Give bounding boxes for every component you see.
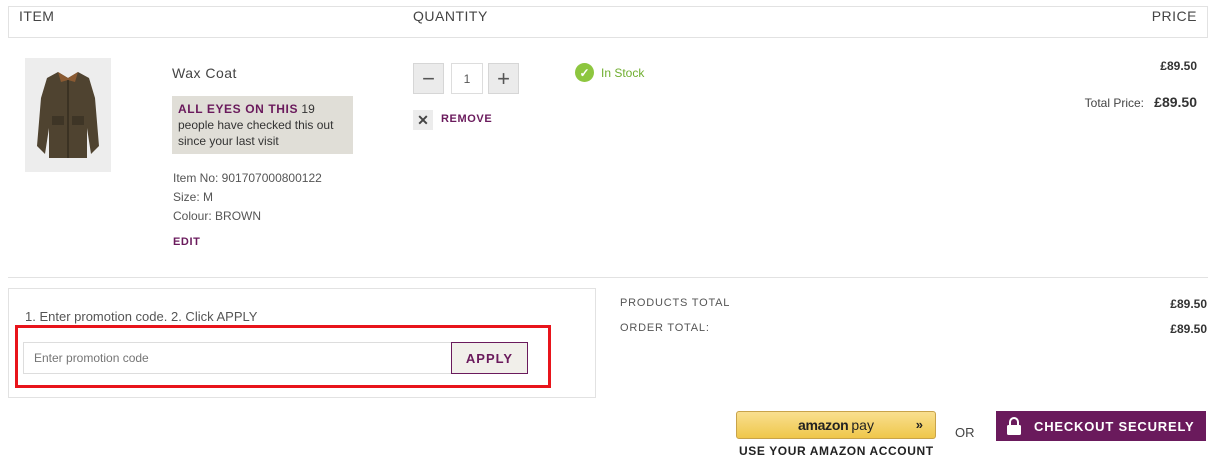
remove-icon-button[interactable]: ✕: [413, 110, 433, 130]
promo-instructions: 1. Enter promotion code. 2. Click APPLY: [25, 309, 258, 324]
order-total-value: £89.50: [1170, 322, 1207, 336]
total-price-value: £89.50: [1154, 94, 1197, 110]
double-chevron-icon: »: [915, 417, 923, 432]
minus-icon: −: [422, 65, 435, 91]
quantity-input[interactable]: 1: [451, 63, 483, 94]
check-icon: ✓: [575, 63, 594, 82]
item-colour: Colour: BROWN: [173, 209, 262, 223]
header-item: ITEM: [19, 8, 55, 24]
remove-link[interactable]: REMOVE: [441, 113, 492, 125]
products-total-label: PRODUCTS TOTAL: [620, 297, 731, 309]
total-price-label: Total Price:: [1084, 96, 1144, 110]
item-number: Item No: 901707000800122: [173, 171, 322, 185]
popularity-banner: ALL EYES ON THIS 19 people have checked …: [172, 96, 353, 154]
stock-status: In Stock: [601, 66, 645, 80]
plus-icon: +: [497, 65, 510, 91]
header-quantity: QUANTITY: [413, 8, 488, 24]
cart-header: [8, 6, 1208, 38]
amazon-logo-text: amazon: [798, 417, 849, 433]
products-total-value: £89.50: [1170, 297, 1207, 311]
unit-price: £89.50: [1160, 59, 1197, 73]
item-size: Size: M: [173, 190, 214, 204]
wax-coat-image: [37, 72, 99, 158]
popularity-title: ALL EYES ON THIS: [178, 102, 299, 116]
amazon-account-caption: USE YOUR AMAZON ACCOUNT: [739, 444, 934, 458]
amazon-pay-text: pay: [851, 417, 874, 433]
checkout-label: CHECKOUT SECURELY: [1034, 418, 1195, 434]
product-name[interactable]: Wax Coat: [172, 65, 237, 81]
order-total-label: ORDER TOTAL:: [620, 322, 710, 334]
or-separator: OR: [955, 425, 975, 440]
checkout-securely-button[interactable]: CHECKOUT SECURELY: [996, 411, 1206, 441]
section-divider: [8, 277, 1208, 278]
highlight-box: [15, 325, 551, 388]
close-icon: ✕: [417, 111, 429, 128]
amazon-pay-button[interactable]: amazon pay »: [736, 411, 936, 439]
product-image[interactable]: [25, 58, 111, 172]
header-price: PRICE: [1151, 8, 1197, 24]
quantity-increase-button[interactable]: +: [488, 63, 519, 94]
lock-icon: [1007, 417, 1021, 435]
quantity-decrease-button[interactable]: −: [413, 63, 444, 94]
edit-link[interactable]: EDIT: [173, 236, 200, 248]
